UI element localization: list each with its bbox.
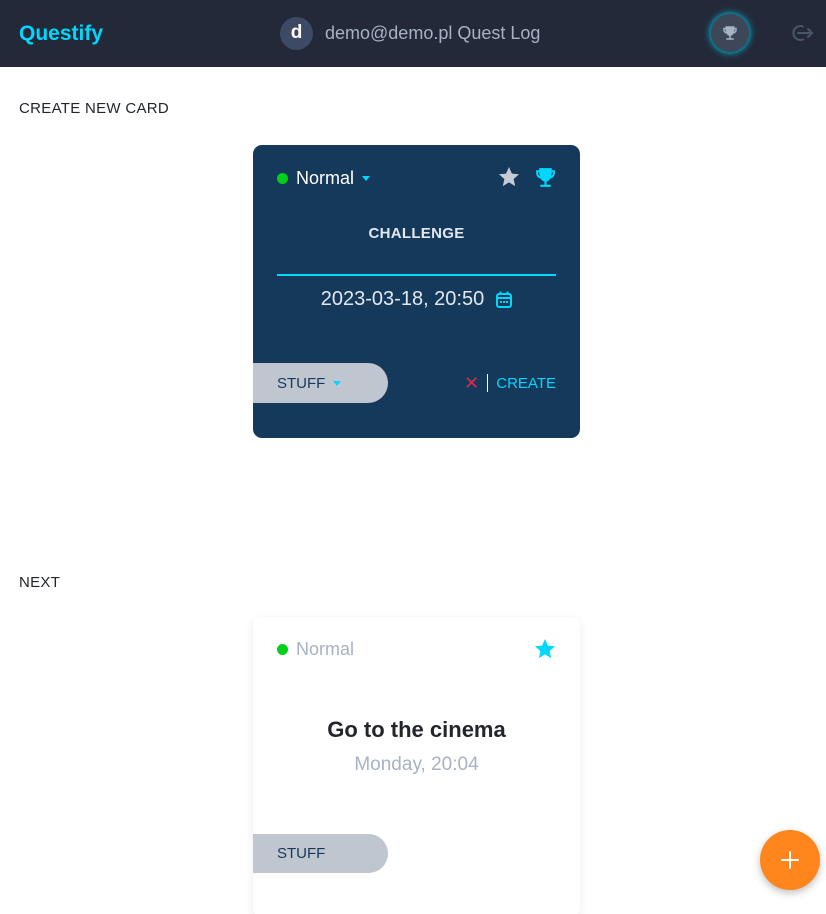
quest-date: Monday, 20:04	[354, 754, 479, 775]
chevron-down-icon	[333, 380, 342, 386]
section-title-next: NEXT	[19, 574, 61, 591]
quest-card[interactable]: Normal Go to the cinema Monday, 20:04 ST…	[253, 617, 580, 914]
calendar-icon[interactable]	[496, 291, 513, 308]
card-actions: ✕ CREATE	[464, 374, 556, 392]
user-info: d demo@demo.pl Quest Log	[280, 16, 541, 50]
logout-icon	[792, 25, 813, 41]
date-picker[interactable]: 2023-03-18, 20:50	[253, 288, 580, 311]
difficulty-label: Normal	[296, 639, 355, 659]
delete-button[interactable]: ✕	[464, 374, 479, 392]
card-type-label: CHALLENGE	[368, 225, 465, 242]
category-badge: STUFF	[253, 834, 388, 873]
logout-button[interactable]	[788, 19, 816, 47]
app-logo[interactable]: Questify	[19, 22, 103, 46]
add-card-button[interactable]	[760, 830, 820, 890]
challenges-trophy-button[interactable]	[711, 14, 749, 52]
category-select[interactable]: STUFF	[253, 363, 388, 403]
star-icon[interactable]	[533, 637, 557, 661]
category-label: STUFF	[277, 374, 326, 392]
create-button[interactable]: CREATE	[496, 375, 556, 392]
difficulty-indicator: Normal	[277, 639, 354, 660]
trophy-icon[interactable]	[533, 165, 558, 190]
trophy-icon	[723, 26, 737, 40]
plus-icon	[781, 851, 799, 869]
category-label: STUFF	[277, 845, 326, 862]
difficulty-dot	[277, 173, 288, 184]
create-card-form: Normal CHALLENGE 2023-03-18, 20:50 STUFF…	[253, 145, 580, 438]
title-input-underline[interactable]	[277, 274, 556, 276]
user-label: demo@demo.pl Quest Log	[325, 22, 541, 43]
difficulty-dot	[277, 644, 288, 655]
difficulty-select[interactable]: Normal	[277, 168, 371, 189]
quest-title: Go to the cinema	[327, 717, 506, 742]
section-title-create: CREATE NEW CARD	[19, 100, 170, 117]
app-header: Questify d demo@demo.pl Quest Log	[0, 0, 826, 67]
difficulty-label: Normal	[296, 168, 355, 188]
chevron-down-icon	[362, 176, 371, 181]
action-divider	[487, 374, 489, 392]
date-value: 2023-03-18, 20:50	[320, 288, 485, 310]
star-icon[interactable]	[497, 165, 521, 189]
avatar: d	[280, 16, 313, 50]
